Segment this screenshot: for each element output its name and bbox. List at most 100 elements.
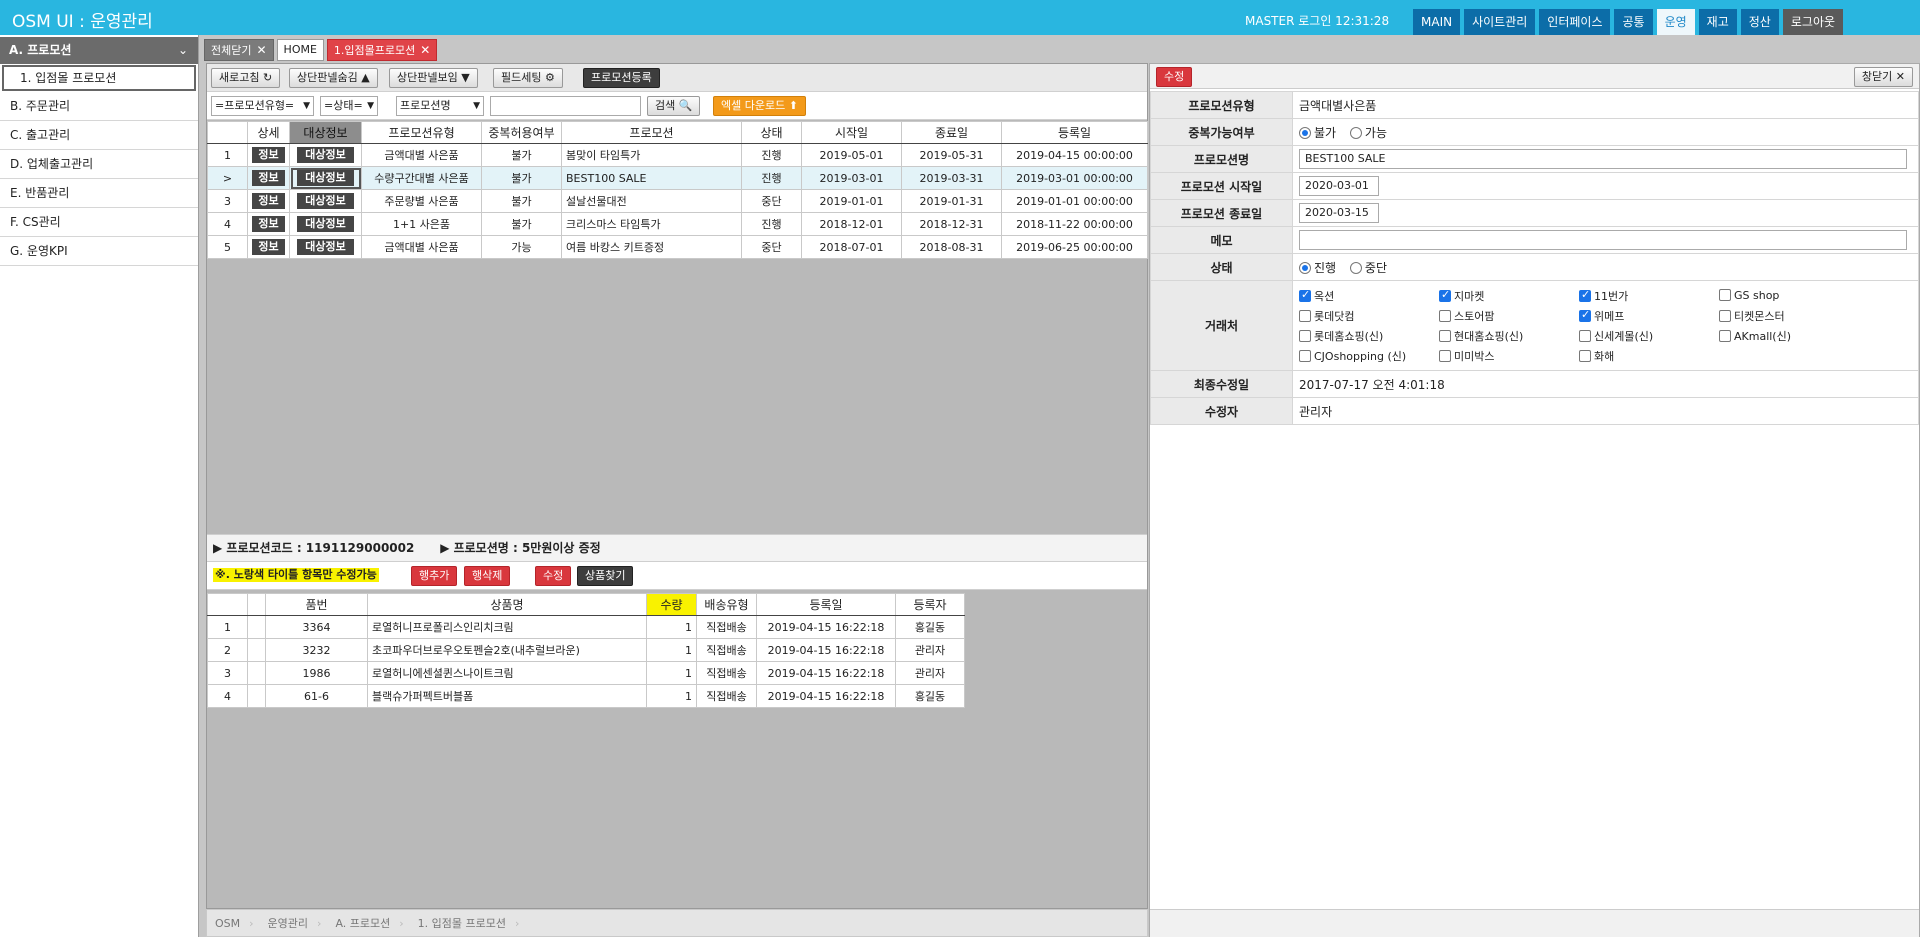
radio-button[interactable]	[1299, 126, 1311, 139]
partner-checkbox-item[interactable]: 미미박스	[1439, 348, 1579, 364]
checkbox[interactable]	[1719, 329, 1731, 342]
partner-checkbox-item[interactable]: 스토어팜	[1439, 308, 1579, 324]
tab-home[interactable]: HOME	[276, 39, 324, 61]
tab-mall-promotion[interactable]: 1.입점몰프로모션 ✕	[326, 39, 438, 61]
close-icon[interactable]: ✕	[420, 43, 430, 57]
breadcrumb-item[interactable]: A. 프로모션 ›	[327, 915, 409, 931]
show-top-panel-button[interactable]: 상단판넬보임 ▼	[389, 68, 478, 88]
target-info-button[interactable]: 대상정보	[297, 193, 354, 209]
partner-checkbox-item[interactable]: CJOshopping (신)	[1299, 348, 1439, 364]
radio-button[interactable]	[1349, 261, 1362, 274]
partner-checkbox-item[interactable]: 11번가	[1579, 288, 1719, 304]
partner-checkbox-item[interactable]: AKmall(신)	[1719, 328, 1859, 344]
table-row[interactable]: 3 1986 로열허니에센셜퀸스나이트크림 1 직접배송 2019-04-15 …	[207, 661, 965, 685]
partner-checkbox-item[interactable]: 롯데홈쇼핑(신)	[1299, 328, 1439, 344]
table-row[interactable]: 4 정보 대상정보 1+1 사은품 불가 크리스마스 타임특가 진행 2018-…	[207, 212, 1148, 236]
edit-button[interactable]: 수정	[535, 566, 572, 586]
table-row[interactable]: 2 3232 초코파우더브로우오토펜슬2호(내추럴브라운) 1 직접배송 201…	[207, 638, 965, 662]
partner-checkbox-item[interactable]: 옥션	[1299, 288, 1439, 304]
radio-dup-yes[interactable]: 가능	[1349, 126, 1387, 140]
excel-download-button[interactable]: 엑셀 다운로드 ⬆	[713, 96, 806, 116]
col-header-dup[interactable]: 중복허용여부	[481, 121, 562, 144]
sidebar-section-promotion[interactable]: A. 프로모션 ⌄	[0, 37, 198, 64]
radio-status-stopped[interactable]: 중단	[1349, 261, 1387, 275]
promotion-name-input[interactable]: BEST100 SALE	[1299, 149, 1907, 169]
checkbox[interactable]	[1439, 329, 1451, 342]
table-row[interactable]: 3 정보 대상정보 주문량별 사은품 불가 설날선물대전 중단 2019-01-…	[207, 189, 1148, 213]
sidebar-item-shipping[interactable]: C. 출고관리	[0, 121, 198, 150]
col-header-target[interactable]: 대상정보	[289, 121, 362, 144]
sidebar-item-cs[interactable]: F. CS관리	[0, 208, 198, 237]
find-product-button[interactable]: 상품찾기	[577, 566, 634, 586]
nav-inventory[interactable]: 재고	[1698, 9, 1737, 35]
checkbox[interactable]	[1719, 309, 1731, 322]
close-window-button[interactable]: 창닫기 ✕	[1853, 67, 1913, 87]
partner-checkbox-item[interactable]: 신세계몰(신)	[1579, 328, 1719, 344]
edit-save-button[interactable]: 수정	[1156, 67, 1193, 87]
col-header-detail[interactable]: 상세	[247, 121, 290, 144]
radio-dup-no[interactable]: 불가	[1299, 126, 1336, 140]
sidebar-item-returns[interactable]: E. 반품관리	[0, 179, 198, 208]
col-header-qty[interactable]: 수량	[646, 593, 697, 616]
checkbox[interactable]	[1719, 288, 1731, 301]
qty-cell[interactable]: 1	[646, 638, 697, 662]
target-info-button[interactable]: 대상정보	[297, 239, 354, 255]
col-header-status[interactable]: 상태	[741, 121, 802, 144]
checkbox[interactable]	[1439, 288, 1451, 302]
breadcrumb-item[interactable]: 1. 입점몰 프로모션 ›	[410, 915, 526, 931]
checkbox[interactable]	[1579, 329, 1591, 342]
end-date-input[interactable]: 2020-03-15	[1299, 203, 1379, 223]
partner-checkbox-item[interactable]: 화해	[1579, 348, 1719, 364]
checkbox[interactable]	[1299, 288, 1311, 302]
table-row[interactable]: 1 3364 로열허니프로폴리스인리치크림 1 직접배송 2019-04-15 …	[207, 615, 965, 639]
search-field-select[interactable]: 프로모션명 ▼	[396, 96, 484, 116]
sidebar-item-orders[interactable]: B. 주문관리	[0, 92, 198, 121]
partner-checkbox-item[interactable]: 롯데닷컴	[1299, 308, 1439, 324]
checkbox[interactable]	[1439, 309, 1451, 322]
detail-button[interactable]: 정보	[252, 193, 285, 209]
detail-button[interactable]: 정보	[252, 170, 285, 186]
status-select[interactable]: =상태= ▼	[320, 96, 378, 116]
refresh-button[interactable]: 새로고침 ↻	[211, 68, 281, 88]
radio-button[interactable]	[1299, 261, 1311, 274]
col-header-code[interactable]: 품번	[265, 593, 368, 616]
search-input[interactable]	[490, 96, 641, 116]
nav-operation[interactable]: 운영	[1656, 9, 1695, 35]
promotion-type-select[interactable]: =프로모션유형= ▼	[211, 96, 314, 116]
partner-checkbox-item[interactable]: 현대홈쇼핑(신)	[1439, 328, 1579, 344]
col-header-ship[interactable]: 배송유형	[696, 593, 757, 616]
col-header-user[interactable]: 등록자	[895, 593, 965, 616]
col-header-start[interactable]: 시작일	[801, 121, 902, 144]
col-header-end[interactable]: 종료일	[901, 121, 1002, 144]
checkbox[interactable]	[1439, 349, 1451, 362]
register-promotion-button[interactable]: 프로모션등록	[583, 68, 660, 88]
detail-button[interactable]: 정보	[252, 216, 285, 232]
checkbox[interactable]	[1299, 349, 1311, 362]
target-info-button[interactable]: 대상정보	[297, 147, 354, 163]
close-icon[interactable]: ✕	[256, 43, 266, 57]
breadcrumb-item[interactable]: OSM ›	[207, 917, 260, 930]
partner-checkbox-item[interactable]: 지마켓	[1439, 288, 1579, 304]
detail-button[interactable]: 정보	[252, 239, 285, 255]
col-header-reg[interactable]: 등록일	[756, 593, 896, 616]
col-header-reg[interactable]: 등록일	[1001, 121, 1148, 144]
partner-checkbox-item[interactable]: 위메프	[1579, 308, 1719, 324]
table-row[interactable]: 5 정보 대상정보 금액대별 사은품 가능 여름 바캉스 키트증정 중단 201…	[207, 235, 1148, 259]
field-setting-button[interactable]: 필드세팅 ⚙	[493, 68, 563, 88]
breadcrumb-item[interactable]: 운영관리 ›	[260, 915, 328, 931]
table-row[interactable]: 1 정보 대상정보 금액대별 사은품 불가 봄맞이 타임특가 진행 2019-0…	[207, 143, 1148, 167]
detail-button[interactable]: 정보	[252, 147, 285, 163]
logout-button[interactable]: 로그아웃	[1782, 9, 1844, 35]
memo-input[interactable]	[1299, 230, 1907, 250]
sidebar-item-mall-promotion[interactable]: 1. 입점몰 프로모션	[2, 65, 196, 91]
hide-top-panel-button[interactable]: 상단판넬숨김 ▲	[289, 68, 378, 88]
col-header-type[interactable]: 프로모션유형	[361, 121, 482, 144]
checkbox[interactable]	[1579, 288, 1591, 302]
radio-button[interactable]	[1349, 126, 1362, 139]
start-date-input[interactable]: 2020-03-01	[1299, 176, 1379, 196]
checkbox[interactable]	[1299, 329, 1311, 342]
col-header-promotion[interactable]: 프로모션	[561, 121, 742, 144]
checkbox[interactable]	[1579, 308, 1591, 322]
nav-main[interactable]: MAIN	[1413, 9, 1461, 35]
radio-status-active[interactable]: 진행	[1299, 261, 1336, 275]
